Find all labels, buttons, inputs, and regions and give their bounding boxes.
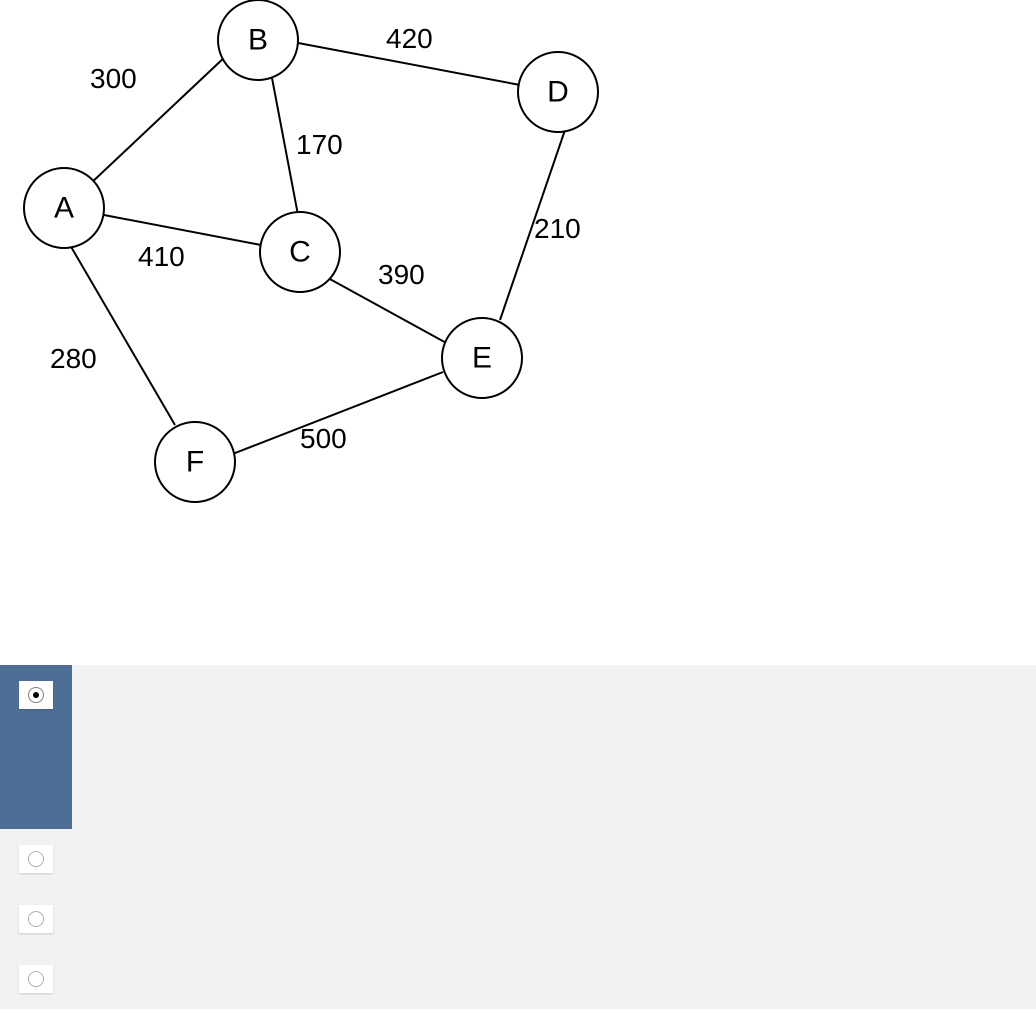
node-a-label: A [54,192,74,225]
answer-panel [0,665,1036,1009]
answer-content-2 [118,829,1036,853]
radio-box [19,681,53,709]
radio-box [19,905,53,933]
node-e-label: E [472,342,492,375]
radio-icon [28,911,44,927]
edge-ef-weight: 500 [300,423,347,454]
answer-content-4 [118,949,1036,973]
graph-diagram: A B C D E F 300 420 170 410 210 390 280 … [0,0,660,540]
radio-cell-3[interactable] [0,889,72,949]
edge-ce-weight: 390 [378,259,425,290]
radio-cell-2[interactable] [0,829,72,889]
radio-icon [28,687,44,703]
radio-icon [28,971,44,987]
radio-cell-4[interactable] [0,949,72,1009]
edge-bc-weight: 170 [296,129,343,160]
node-c-label: C [289,236,311,269]
radio-icon [28,851,44,867]
radio-box [19,845,53,873]
answer-option-1[interactable] [0,665,1036,829]
node-f-label: F [186,446,204,479]
edge-ab-weight: 300 [90,63,137,94]
radio-box [19,965,53,993]
radio-cell-1[interactable] [0,665,72,829]
edge-af-weight: 280 [50,343,97,374]
edge-de-weight: 210 [534,213,581,244]
radio-dot-icon [33,692,39,698]
answer-content-1 [118,665,1036,807]
edge-bd-weight: 420 [386,23,433,54]
answer-content-3 [118,889,1036,913]
node-d-label: D [547,76,569,109]
answer-option-4[interactable] [0,949,1036,1009]
node-b-label: B [248,24,268,57]
answer-option-3[interactable] [0,889,1036,949]
answer-option-2[interactable] [0,829,1036,889]
edge-ac-weight: 410 [138,241,185,272]
